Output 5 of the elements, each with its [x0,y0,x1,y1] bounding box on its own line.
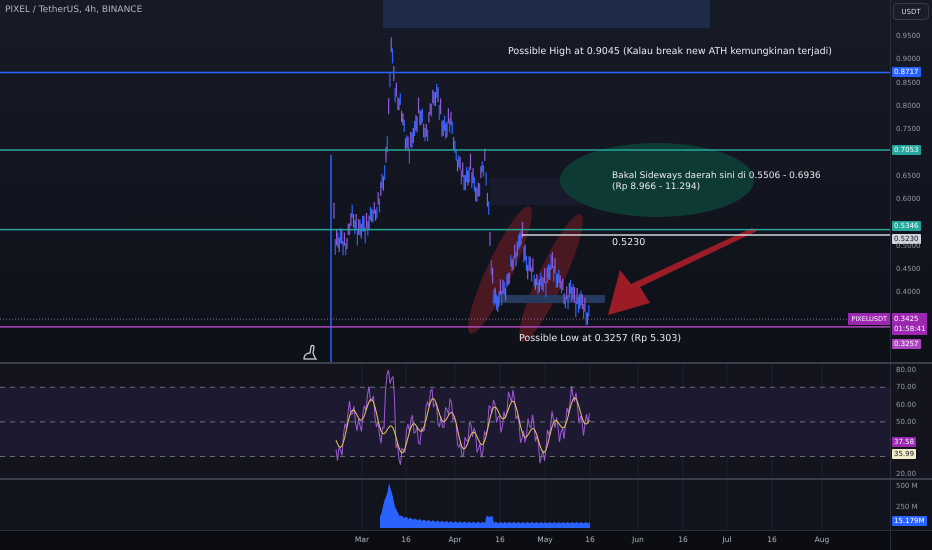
annotation-text: Possible Low at 0.3257 (Rp 5.303) [519,333,682,344]
annotation-text: 0.5230 [612,237,646,248]
annotation-text: Bakal Sideways daerah sini di 0.5506 - 0.6936 (Rp 8.966 - 11.294) [612,171,821,193]
chart-title: PIXEL / TetherUS, 4h, BINANCE [5,5,142,15]
annotation-text: Possible High at 0.9045 (Kalau break new ATH kemungkinan terjadi) [508,46,832,57]
